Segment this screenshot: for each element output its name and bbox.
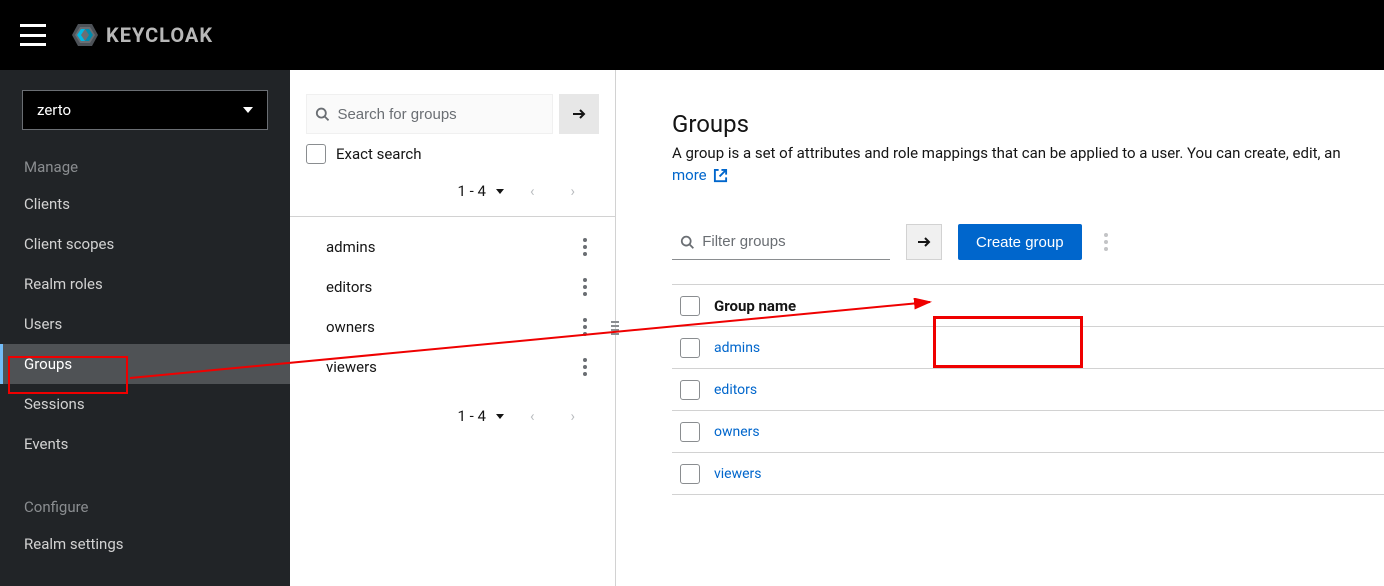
tree-list: admins editors owners viewers bbox=[290, 217, 615, 397]
caret-down-icon bbox=[243, 107, 253, 113]
checkbox[interactable] bbox=[306, 144, 326, 164]
brand-logo[interactable]: KEYCLOAK bbox=[70, 20, 213, 50]
page-range[interactable]: 1 - 4 bbox=[458, 407, 504, 425]
main-content: Groups A group is a set of attributes an… bbox=[616, 70, 1384, 586]
external-link-icon bbox=[713, 168, 728, 183]
groups-table: Group name admins editors owners viewers bbox=[672, 284, 1384, 495]
prev-page[interactable]: ‹ bbox=[520, 178, 545, 204]
page-subtitle: A group is a set of attributes and role … bbox=[672, 144, 1384, 162]
toolbar: Create group bbox=[672, 224, 1384, 260]
realm-selector[interactable]: zerto bbox=[22, 90, 268, 130]
row-checkbox[interactable] bbox=[680, 380, 700, 400]
table-row: owners bbox=[672, 411, 1384, 453]
learn-more-link[interactable]: more bbox=[672, 166, 728, 184]
tree-pager-bottom: 1 - 4 ‹ › bbox=[290, 397, 615, 441]
table-row: admins bbox=[672, 327, 1384, 369]
sidebar-item-groups[interactable]: Groups bbox=[0, 344, 290, 384]
exact-search-label: Exact search bbox=[336, 145, 422, 163]
table-row: viewers bbox=[672, 453, 1384, 495]
sidebar-item-events[interactable]: Events bbox=[0, 424, 290, 464]
filter-input[interactable] bbox=[702, 233, 882, 250]
sidebar-item-clients[interactable]: Clients bbox=[0, 184, 290, 224]
tree-search-input[interactable] bbox=[337, 106, 544, 123]
group-tree-panel: Exact search 1 - 4 ‹ › admins editors ow… bbox=[290, 70, 616, 586]
search-icon bbox=[680, 234, 694, 250]
toolbar-kebab[interactable] bbox=[1104, 233, 1108, 251]
group-link-owners[interactable]: owners bbox=[714, 424, 760, 440]
table-row: editors bbox=[672, 369, 1384, 411]
filter-go[interactable] bbox=[906, 224, 942, 260]
sidebar-item-realm-roles[interactable]: Realm roles bbox=[0, 264, 290, 304]
row-checkbox[interactable] bbox=[680, 338, 700, 358]
row-checkbox[interactable] bbox=[680, 422, 700, 442]
sidebar: zerto Manage Clients Client scopes Realm… bbox=[0, 70, 290, 586]
caret-down-icon bbox=[496, 189, 504, 194]
realm-name: zerto bbox=[37, 101, 71, 119]
nav-section-manage: Manage bbox=[0, 148, 290, 184]
keycloak-icon bbox=[70, 20, 100, 50]
exact-search-toggle[interactable]: Exact search bbox=[290, 142, 615, 172]
search-icon bbox=[315, 106, 329, 122]
next-page[interactable]: › bbox=[560, 403, 585, 429]
tree-item-owners[interactable]: owners bbox=[290, 307, 615, 347]
tree-search[interactable] bbox=[306, 94, 553, 134]
sidebar-item-sessions[interactable]: Sessions bbox=[0, 384, 290, 424]
kebab-menu[interactable] bbox=[583, 238, 587, 256]
sidebar-item-users[interactable]: Users bbox=[0, 304, 290, 344]
brand-text: KEYCLOAK bbox=[106, 23, 213, 47]
column-header-name: Group name bbox=[714, 297, 796, 315]
tree-search-go[interactable] bbox=[559, 94, 599, 134]
select-all-checkbox[interactable] bbox=[680, 296, 700, 316]
topbar: KEYCLOAK bbox=[0, 0, 1384, 70]
next-page[interactable]: › bbox=[560, 178, 585, 204]
page-title: Groups bbox=[672, 110, 1384, 138]
row-checkbox[interactable] bbox=[680, 464, 700, 484]
kebab-menu[interactable] bbox=[583, 358, 587, 376]
table-header: Group name bbox=[672, 285, 1384, 327]
group-link-admins[interactable]: admins bbox=[714, 340, 760, 356]
caret-down-icon bbox=[496, 414, 504, 419]
prev-page[interactable]: ‹ bbox=[520, 403, 545, 429]
tree-item-admins[interactable]: admins bbox=[290, 227, 615, 267]
nav-section-configure: Configure bbox=[0, 488, 290, 524]
kebab-menu[interactable] bbox=[583, 278, 587, 296]
group-link-viewers[interactable]: viewers bbox=[714, 466, 762, 482]
menu-toggle[interactable] bbox=[20, 24, 46, 46]
tree-pager-top: 1 - 4 ‹ › bbox=[290, 172, 615, 216]
create-group-button[interactable]: Create group bbox=[958, 224, 1082, 260]
page-range[interactable]: 1 - 4 bbox=[458, 182, 504, 200]
filter-groups[interactable] bbox=[672, 224, 890, 260]
arrow-right-icon bbox=[916, 234, 932, 250]
group-link-editors[interactable]: editors bbox=[714, 382, 757, 398]
tree-item-editors[interactable]: editors bbox=[290, 267, 615, 307]
tree-item-viewers[interactable]: viewers bbox=[290, 347, 615, 387]
arrow-right-icon bbox=[571, 106, 587, 122]
sidebar-item-client-scopes[interactable]: Client scopes bbox=[0, 224, 290, 264]
sidebar-item-realm-settings[interactable]: Realm settings bbox=[0, 524, 290, 564]
kebab-menu[interactable] bbox=[583, 318, 587, 336]
resize-handle[interactable] bbox=[611, 308, 619, 348]
layout: zerto Manage Clients Client scopes Realm… bbox=[0, 70, 1384, 586]
